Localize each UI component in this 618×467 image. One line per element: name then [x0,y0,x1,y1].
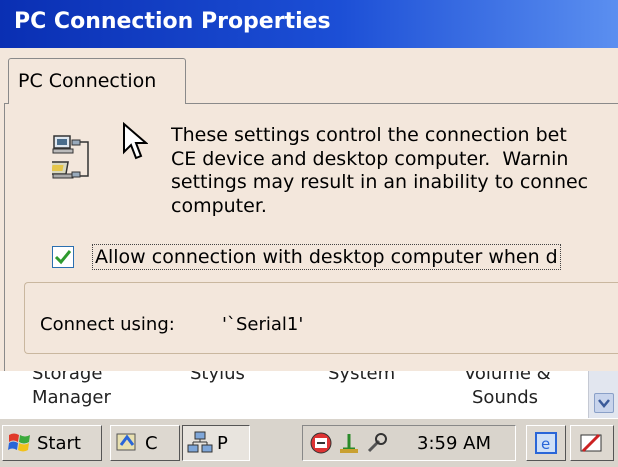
allow-connection-checkbox[interactable] [52,246,74,268]
tab-label: PC Connection [18,70,157,92]
taskbar-item-pc-connection[interactable]: P [182,425,250,461]
connect-using-value[interactable]: '`Serial1' [222,314,303,335]
windows-flag-icon [8,433,30,452]
allow-connection-label[interactable]: Allow connection with desktop computer w… [92,244,561,270]
window-title: PC Connection Properties [14,9,331,34]
cp-item-storage-line1[interactable]: Storage [32,371,102,384]
taskbar: Start C P 3:59 AM e [0,418,618,467]
properties-dialog: PC Connection These settings control the… [0,48,618,371]
description-line: settings may result in an inability to c… [171,171,589,193]
start-label: Start [37,433,81,454]
cp-item-volume-line1[interactable]: Volume & [464,371,551,384]
cp-item-volume-line2[interactable]: Sounds [472,387,538,408]
usb-tray-icon[interactable] [337,431,361,455]
control-panel-list: Storage Manager Stylus System Volume & S… [0,371,618,418]
chevron-down-icon [598,399,610,408]
pc-connection-icon [52,135,89,179]
taskbar-item-control-panel[interactable]: C [110,425,180,461]
start-button[interactable]: Start [2,425,102,461]
taskbar-item-label: P [217,433,228,454]
description-line: These settings control the connection be… [171,124,567,146]
cp-item-stylus[interactable]: Stylus [190,371,245,384]
scroll-down-button[interactable] [594,393,614,413]
show-desktop-button[interactable]: e [526,425,566,461]
input-panel-button[interactable] [570,425,614,461]
svg-text:e: e [541,435,550,453]
description-line: CE device and desktop computer. Warnin [171,147,569,170]
control-panel-icon [116,433,136,451]
tools-tray-icon[interactable] [365,431,389,455]
vertical-scrollbar[interactable] [588,371,618,418]
network-tray-icon[interactable] [309,431,333,455]
system-tray: 3:59 AM [302,425,516,461]
description-line: computer. [171,194,267,217]
taskbar-item-label: C [145,433,158,454]
checkmark-icon [54,250,72,265]
cp-item-system[interactable]: System [328,371,395,384]
desktop-icon: e [535,432,557,454]
description-text: These settings control the connection be… [171,124,618,218]
cp-item-storage-line2[interactable]: Manager [32,387,111,408]
network-icon [187,431,213,453]
pen-icon [580,433,602,453]
connect-using-label: Connect using: [40,314,175,335]
tab-pc-connection[interactable]: PC Connection [8,58,186,104]
clock[interactable]: 3:59 AM [417,433,491,454]
mouse-cursor-icon [123,122,148,160]
title-bar: PC Connection Properties [0,0,618,48]
